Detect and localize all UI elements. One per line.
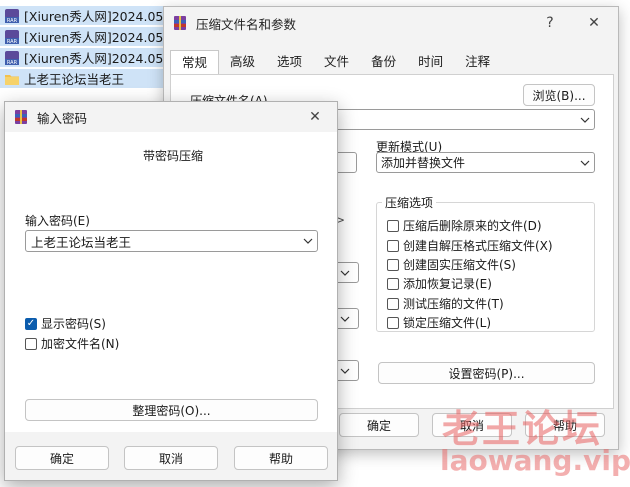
option-lock-archive[interactable]: 锁定压缩文件(L) [387, 314, 491, 331]
chevron-down-icon[interactable] [299, 238, 317, 244]
update-mode-select[interactable]: 添加并替换文件 [376, 152, 595, 173]
checkbox[interactable] [387, 258, 399, 271]
file-list-item[interactable]: RAR [Xiuren秀人网]2024.05.21 [0, 27, 170, 46]
ok-button[interactable]: 确定 [15, 446, 109, 470]
help-title-button[interactable]: ? [530, 7, 570, 39]
option-sfx[interactable]: 创建自解压格式压缩文件(X) [387, 237, 553, 254]
watermark-url: laowang.vip [440, 444, 630, 477]
svg-text:RAR: RAR [7, 18, 18, 24]
set-password-button[interactable]: 设置密码(P)... [378, 362, 595, 384]
checkbox[interactable] [387, 219, 399, 232]
svg-text:RAR: RAR [7, 60, 18, 66]
tab-bar: 常规 高级 选项 文件 备份 时间 注释 [170, 50, 501, 76]
tab-time[interactable]: 时间 [407, 50, 454, 74]
chevron-down-icon[interactable] [336, 309, 354, 328]
file-name: [Xiuren秀人网]2024.05.21 [24, 9, 170, 24]
folder-icon [5, 74, 19, 85]
svg-text:RAR: RAR [7, 39, 18, 45]
tab-comment[interactable]: 注释 [454, 50, 501, 74]
checkbox[interactable] [387, 239, 399, 252]
dialog-title: 压缩文件名和参数 [196, 16, 297, 32]
tab-options[interactable]: 选项 [266, 50, 313, 74]
compression-options-title: 压缩选项 [382, 194, 437, 211]
file-name: [Xiuren秀人网]2024.05.21 [24, 30, 170, 45]
compression-method-select[interactable] [335, 262, 359, 283]
browse-button[interactable]: 浏览(B)... [523, 84, 595, 106]
tab-files[interactable]: 文件 [313, 50, 360, 74]
chevron-down-icon[interactable] [576, 153, 594, 172]
tab-advanced[interactable]: 高级 [219, 50, 266, 74]
compression-options-group: 压缩选项 压缩后删除原来的文件(D) 创建自解压格式压缩文件(X) 创建固实压缩… [376, 194, 595, 332]
file-name: 上老王论坛当老王 [24, 72, 125, 87]
option-solid[interactable]: 创建固实压缩文件(S) [387, 256, 516, 273]
password-input[interactable]: 上老王论坛当老王 [25, 230, 318, 252]
tab-backup[interactable]: 备份 [360, 50, 407, 74]
password-label: 输入密码(E) [25, 214, 90, 228]
rar-archive-icon: RAR [5, 50, 19, 66]
rar-archive-icon: RAR [5, 8, 19, 24]
file-list-item[interactable]: RAR [Xiuren秀人网]2024.05.21 [0, 6, 170, 25]
organize-passwords-button[interactable]: 整理密码(O)... [25, 399, 318, 421]
checkbox[interactable] [387, 316, 399, 329]
checkmark-icon[interactable]: ✓ [25, 317, 37, 330]
split-volume-select[interactable] [335, 360, 359, 381]
checkbox[interactable] [387, 297, 399, 310]
file-list: RAR [Xiuren秀人网]2024.05.21 RAR [Xiuren秀人网… [0, 0, 170, 92]
option-recovery-record[interactable]: 添加恢复记录(E) [387, 275, 492, 292]
dialog-titlebar[interactable]: 输入密码 ✕ [5, 102, 337, 132]
enter-password-dialog: 输入密码 ✕ 带密码压缩 输入密码(E) 上老王论坛当老王 ✓ 显示密码(S) … [4, 101, 338, 481]
show-password-checkbox[interactable]: ✓ 显示密码(S) [25, 315, 106, 332]
archive-name-combo[interactable] [335, 109, 595, 130]
chevron-down-icon[interactable] [576, 110, 594, 129]
cancel-button[interactable]: 取消 [124, 446, 218, 470]
checkbox[interactable] [25, 337, 37, 350]
option-delete-after[interactable]: 压缩后删除原来的文件(D) [387, 217, 542, 234]
help-icon: ? [546, 15, 554, 31]
ok-button[interactable]: 确定 [339, 413, 419, 437]
update-mode-value: 添加并替换文件 [381, 156, 466, 170]
rar-archive-icon: RAR [5, 29, 19, 45]
checkbox[interactable] [387, 277, 399, 290]
password-dialog-body: 带密码压缩 输入密码(E) 上老王论坛当老王 ✓ 显示密码(S) 加密文件名(N… [5, 132, 337, 432]
compression-format-field[interactable] [335, 152, 357, 173]
password-heading: 带密码压缩 [143, 149, 204, 163]
password-value: 上老王论坛当老王 [31, 234, 132, 250]
dialog-title: 输入密码 [37, 110, 88, 126]
encrypt-filenames-checkbox[interactable]: 加密文件名(N) [25, 335, 119, 352]
close-icon: ✕ [588, 15, 600, 31]
close-icon: ✕ [309, 109, 321, 125]
chevron-down-icon[interactable] [336, 361, 354, 380]
file-list-item[interactable]: RAR [Xiuren秀人网]2024.05.21 [0, 48, 170, 67]
chevron-down-icon[interactable] [336, 263, 354, 282]
winrar-app-icon [174, 16, 186, 30]
dictionary-size-select[interactable] [335, 308, 359, 329]
close-button[interactable]: ✕ [295, 102, 335, 132]
option-test-files[interactable]: 测试压缩的文件(T) [387, 295, 504, 312]
file-list-item[interactable]: 上老王论坛当老王 [0, 69, 170, 88]
help-button[interactable]: 帮助 [234, 446, 328, 470]
file-name: [Xiuren秀人网]2024.05.21 [24, 51, 170, 66]
winrar-app-icon [15, 110, 27, 124]
close-button[interactable]: ✕ [574, 7, 614, 39]
dialog-titlebar[interactable]: 压缩文件名和参数 ? ✕ [164, 7, 618, 39]
tab-general[interactable]: 常规 [170, 50, 220, 76]
